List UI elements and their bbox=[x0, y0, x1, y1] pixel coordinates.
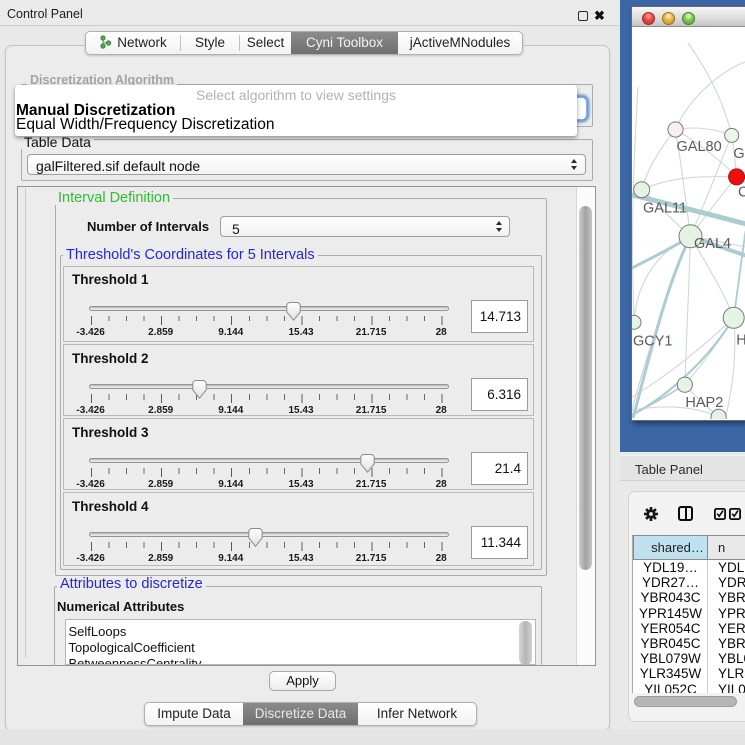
svg-text:GAL11: GAL11 bbox=[643, 201, 687, 217]
svg-text:C: C bbox=[738, 185, 745, 201]
svg-text:GAL4: GAL4 bbox=[694, 236, 731, 252]
svg-text:GAL80: GAL80 bbox=[677, 139, 722, 155]
svg-text:HAP2: HAP2 bbox=[685, 395, 723, 411]
svg-text:H: H bbox=[736, 333, 745, 349]
svg-text:GCY1: GCY1 bbox=[633, 334, 673, 350]
svg-text:G.: G. bbox=[733, 146, 745, 162]
